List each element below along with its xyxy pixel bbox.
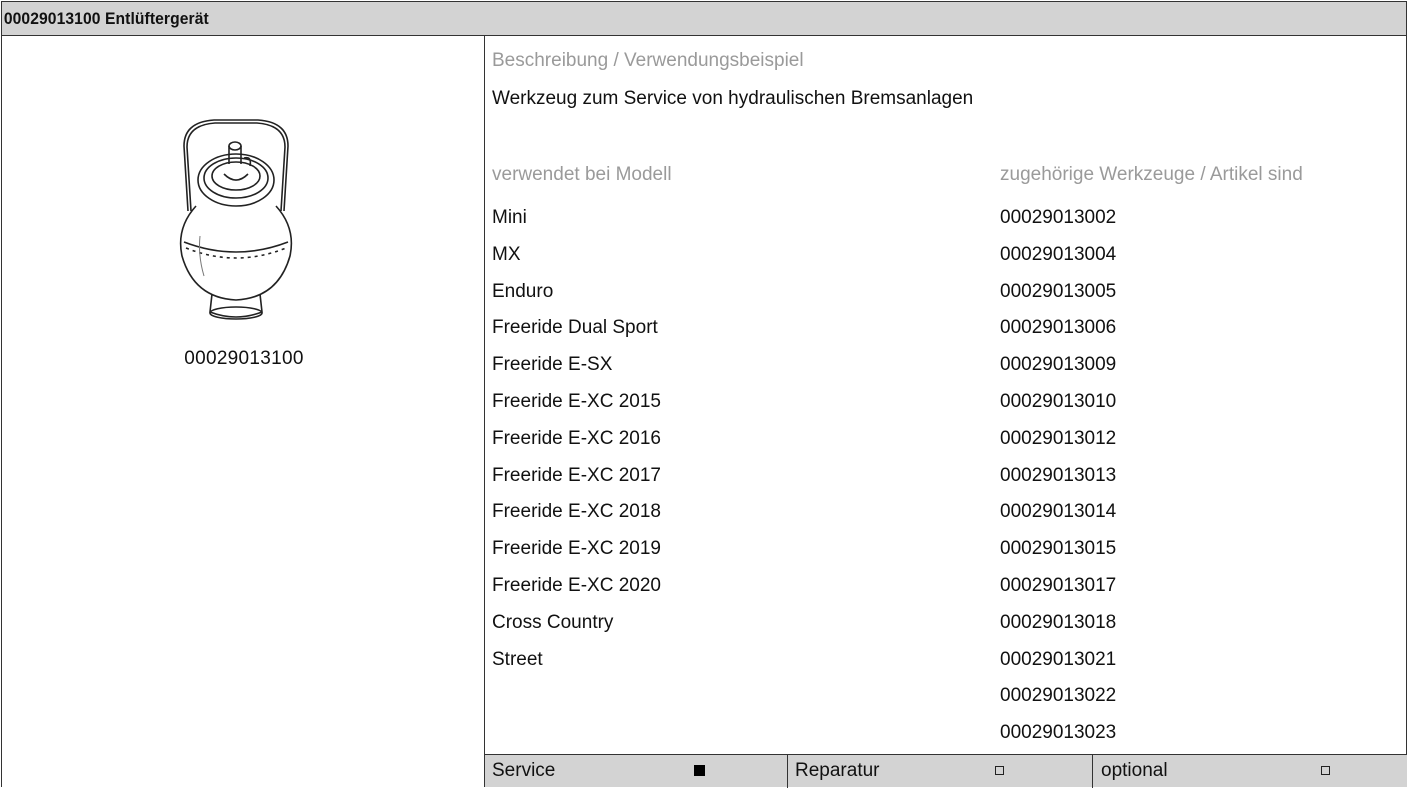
model-item: Freeride Dual Sport <box>492 317 658 339</box>
optional-label: optional <box>1101 760 1168 781</box>
service-checkbox <box>694 765 705 776</box>
tool-item: 00029013018 <box>1000 611 1117 633</box>
model-item: Enduro <box>492 280 554 302</box>
tool-item: 00029013021 <box>1000 648 1117 670</box>
description-text: Werkzeug zum Service von hydraulischen B… <box>492 88 974 109</box>
tool-item: 00029013017 <box>1000 574 1117 596</box>
tool-item: 00029013022 <box>1000 685 1117 707</box>
tool-item: 00029013015 <box>1000 538 1117 560</box>
tool-list: 00029013002 00029013004 00029013005 0002… <box>1000 200 1116 752</box>
model-item: Freeride E-XC 2015 <box>492 390 661 412</box>
tool-item: 00029013002 <box>1000 207 1117 228</box>
tool-datasheet: 00029013100 Entlüftergerät 00029013100 B… <box>0 0 1410 788</box>
repair-checkbox <box>995 766 1004 775</box>
models-header: verwendet bei Modell <box>492 164 672 185</box>
image-column: 00029013100 <box>1 36 485 787</box>
model-item: Freeride E-XC 2017 <box>492 464 661 486</box>
tool-item: 00029013010 <box>1000 390 1117 412</box>
divider <box>1092 755 1093 788</box>
right-border <box>1406 36 1407 787</box>
model-item: Freeride E-XC 2020 <box>492 574 661 596</box>
tool-item: 00029013009 <box>1000 354 1117 376</box>
model-item: Street <box>492 648 543 670</box>
tool-item: 00029013004 <box>1000 243 1117 265</box>
title-bar: 00029013100 Entlüftergerät <box>1 1 1407 36</box>
optional-checkbox <box>1321 766 1330 775</box>
model-item: Freeride E-XC 2016 <box>492 427 661 449</box>
model-item: MX <box>492 243 521 265</box>
model-item: Mini <box>492 207 527 228</box>
model-list: Mini MX Enduro Freeride Dual Sport Freer… <box>492 200 661 678</box>
bleeder-device-icon <box>179 119 293 320</box>
image-caption: 00029013100 <box>184 348 304 369</box>
model-item: Cross Country <box>492 611 614 633</box>
description-label: Beschreibung / Verwendungsbeispiel <box>492 50 804 71</box>
service-label: Service <box>492 760 556 781</box>
tools-header: zugehörige Werkzeuge / Artikel sind <box>1000 164 1303 185</box>
tool-item: 00029013012 <box>1000 427 1117 449</box>
model-item: Freeride E-SX <box>492 354 613 376</box>
repair-label: Reparatur <box>795 760 880 781</box>
divider <box>787 755 788 788</box>
tool-item: 00029013023 <box>1000 722 1117 744</box>
model-item: Freeride E-XC 2018 <box>492 501 661 523</box>
model-item: Freeride E-XC 2019 <box>492 538 661 560</box>
tool-item: 00029013005 <box>1000 280 1117 302</box>
tool-item: 00029013014 <box>1000 501 1117 523</box>
tool-item: 00029013006 <box>1000 317 1117 339</box>
usage-category-bar: Service Reparatur optional <box>485 754 1407 788</box>
page-title: 00029013100 Entlüftergerät <box>3 8 209 28</box>
tool-item: 00029013013 <box>1000 464 1117 486</box>
